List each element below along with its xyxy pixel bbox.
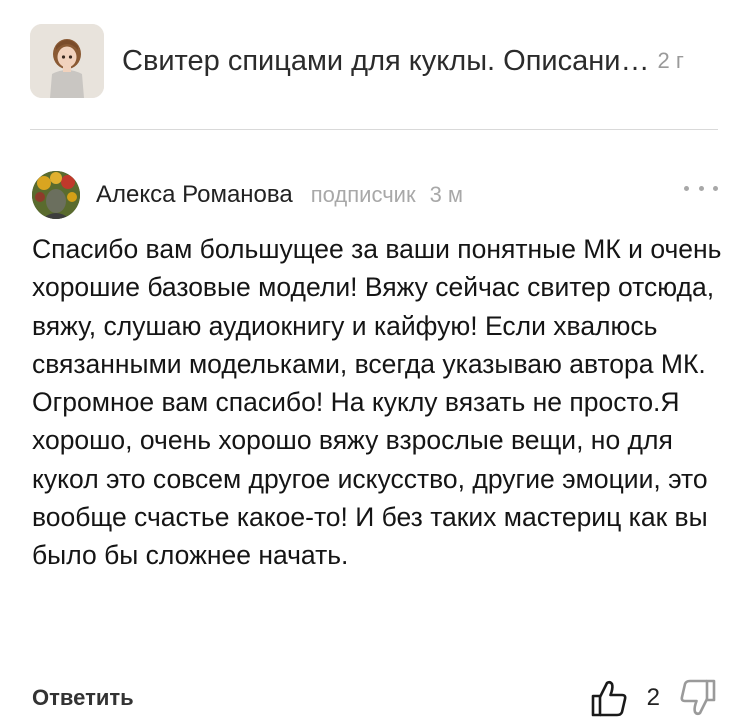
reply-button[interactable]: Ответить	[32, 685, 134, 711]
like-count: 2	[646, 684, 660, 711]
doll-icon	[30, 24, 104, 98]
more-options-icon[interactable]	[684, 178, 718, 198]
comment-text: Спасибо вам большущее за ваши понятные М…	[32, 234, 722, 571]
more-dot	[698, 185, 704, 191]
comment-time: 3 м	[429, 182, 464, 207]
article-link[interactable]: Свитер спицами для куклы. Описани… 2 г	[30, 24, 720, 98]
article-age: 2 г	[657, 48, 684, 73]
doll-thumbnail[interactable]	[30, 24, 104, 98]
avatar-icon	[32, 171, 80, 219]
comment-header: Алекса Романова подписчик 3 м	[32, 168, 722, 222]
more-dot	[713, 185, 718, 191]
divider	[30, 129, 718, 130]
thumbs-up-icon[interactable]	[589, 678, 629, 718]
subscriber-badge: подписчик	[310, 182, 416, 207]
avatar[interactable]	[32, 171, 80, 219]
article-title[interactable]: Свитер спицами для куклы. Описани…	[122, 45, 649, 78]
author-name[interactable]: Алекса Романова	[96, 181, 293, 209]
more-dot	[684, 185, 689, 191]
comment-actions: Ответить 2	[32, 676, 718, 720]
thumbs-down-icon[interactable]	[678, 678, 718, 718]
